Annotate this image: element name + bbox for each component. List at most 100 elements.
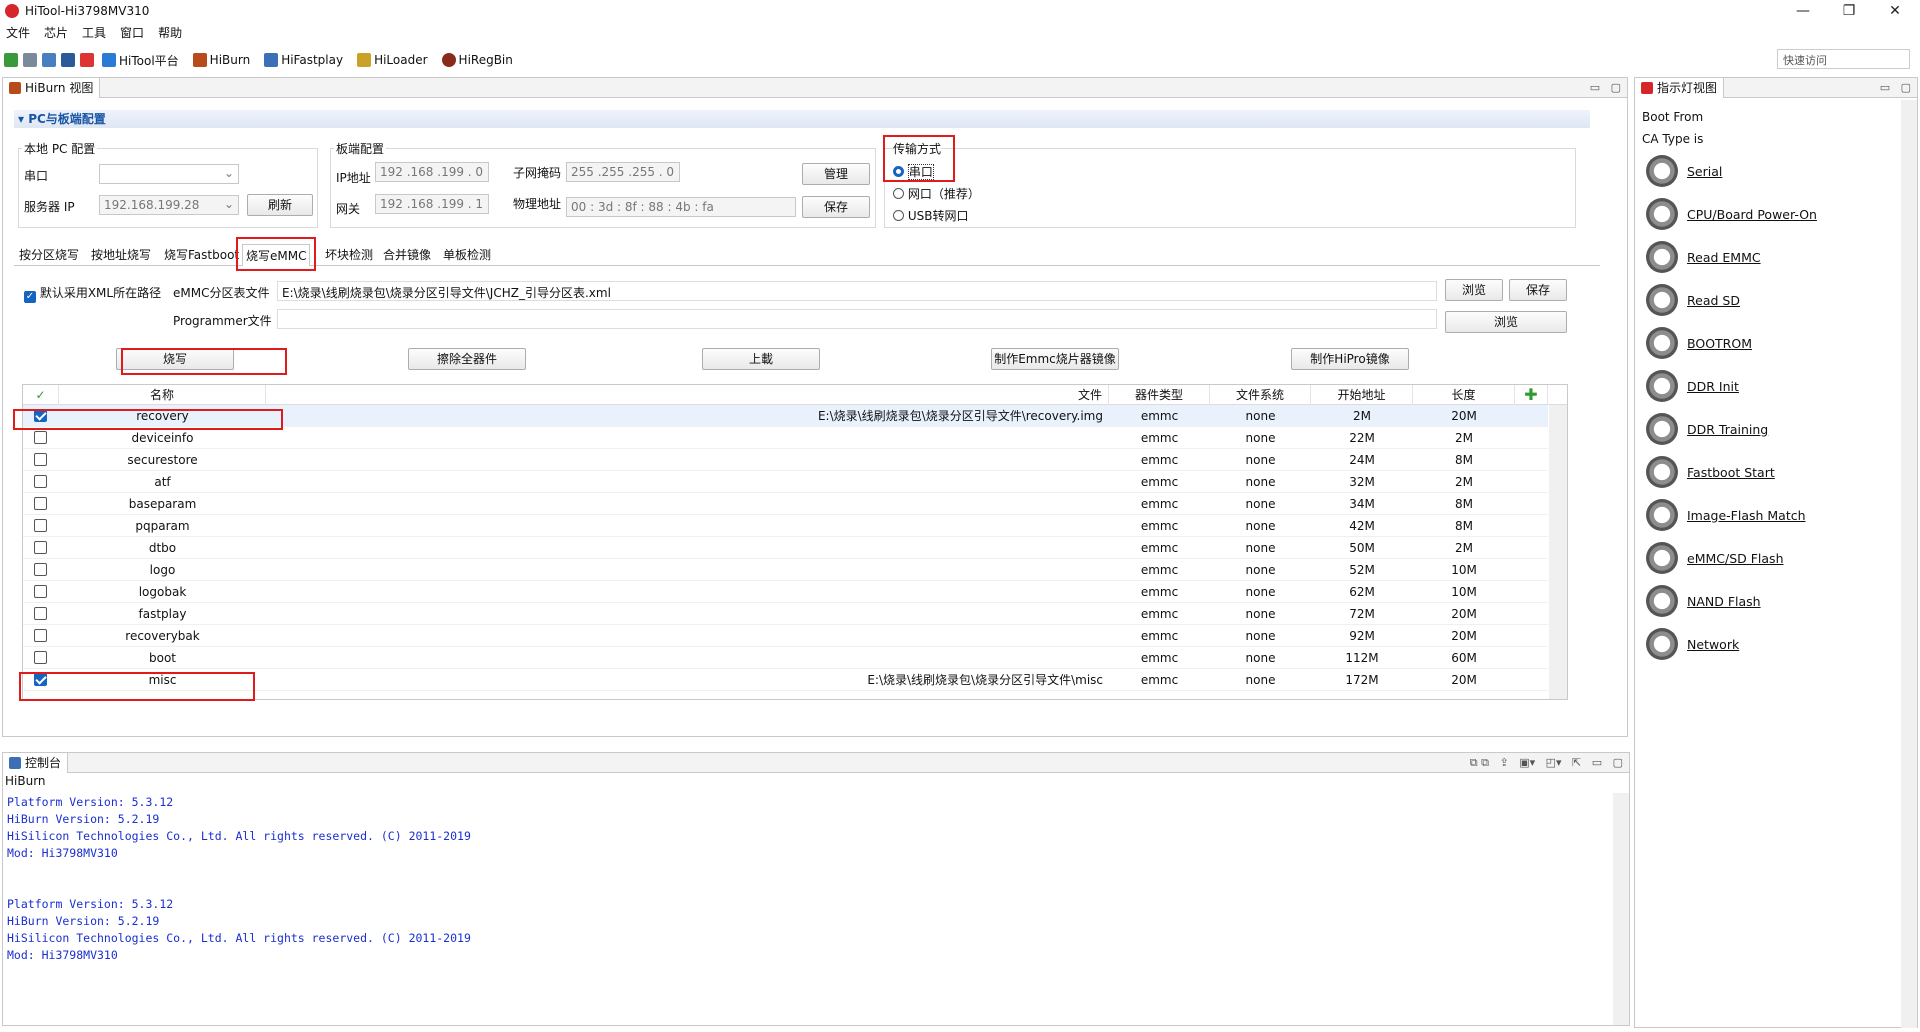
emmc-save-button[interactable]: 保存 — [1509, 279, 1567, 301]
tab-fastboot-burn[interactable]: 烧写Fastboot — [161, 244, 242, 266]
table-row[interactable]: logo emmc none 52M 10M — [23, 559, 1548, 581]
indicator-item[interactable]: Image-Flash Match — [1646, 499, 1806, 531]
indicator-label[interactable]: Fastboot Start — [1687, 465, 1775, 480]
connect-icon[interactable] — [4, 53, 18, 67]
console-tab[interactable]: 控制台 — [3, 752, 69, 773]
menu-file[interactable]: 文件 — [6, 24, 30, 41]
indicator-label[interactable]: CPU/Board Power-On — [1687, 207, 1817, 222]
row-checkbox[interactable] — [34, 497, 47, 510]
emmc-browse-button[interactable]: 浏览 — [1445, 279, 1503, 301]
indicator-item[interactable]: BOOTROM — [1646, 327, 1752, 359]
indicator-label[interactable]: BOOTROM — [1687, 336, 1752, 351]
section-pc-board-config[interactable]: ▾ PC与板端配置 — [14, 110, 1590, 128]
indicator-label[interactable]: Read SD — [1687, 293, 1740, 308]
erase-all-button[interactable]: 擦除全器件 — [408, 348, 526, 370]
indicator-item[interactable]: DDR Training — [1646, 413, 1768, 445]
maximize-button[interactable]: ❐ — [1826, 0, 1872, 22]
row-checkbox[interactable] — [34, 563, 47, 576]
panel-minimize-maximize-icon[interactable]: ▭ ▢ — [1880, 81, 1911, 94]
indicator-item[interactable]: Read SD — [1646, 284, 1740, 316]
add-row-plus-icon[interactable]: ✚ — [1515, 385, 1548, 405]
menu-help[interactable]: 帮助 — [158, 24, 182, 41]
table-row[interactable]: atf emmc none 32M 2M — [23, 471, 1548, 493]
row-checkbox[interactable] — [34, 453, 47, 466]
table-row[interactable]: logobak emmc none 62M 10M — [23, 581, 1548, 603]
indicator-label[interactable]: Serial — [1687, 164, 1722, 179]
indicator-label[interactable]: Network — [1687, 637, 1739, 652]
indicator-label[interactable]: NAND Flash — [1687, 594, 1761, 609]
row-checkbox[interactable] — [34, 519, 47, 532]
indicator-label[interactable]: DDR Training — [1687, 422, 1768, 437]
table-row[interactable]: recoverybak emmc none 92M 20M — [23, 625, 1548, 647]
row-checkbox[interactable] — [34, 651, 47, 664]
monitor-icon[interactable] — [61, 53, 75, 67]
row-checkbox[interactable] — [34, 431, 47, 444]
table-scrollbar[interactable] — [1549, 405, 1567, 699]
indicator-item[interactable]: CPU/Board Power-On — [1646, 198, 1817, 230]
close-button[interactable]: ✕ — [1872, 0, 1918, 22]
row-checkbox[interactable] — [34, 585, 47, 598]
tab-address-burn[interactable]: 按地址烧写 — [88, 244, 154, 266]
board-ip-input[interactable]: 192 .168 .199 . 0 — [375, 162, 489, 182]
serial-port-select[interactable]: ⌄ — [99, 164, 239, 184]
radio-usb-network[interactable]: USB转网口 — [893, 207, 968, 224]
indicator-item[interactable]: Serial — [1646, 155, 1722, 187]
subnet-mask-input[interactable]: 255 .255 .255 . 0 — [566, 162, 680, 182]
tab-partition-burn[interactable]: 按分区烧写 — [16, 244, 82, 266]
radio-network[interactable]: 网口（推荐） — [893, 185, 980, 202]
hitool-platform-button[interactable]: HiTool平台 — [102, 52, 179, 69]
menu-chip[interactable]: 芯片 — [44, 24, 68, 41]
menu-window[interactable]: 窗口 — [120, 24, 144, 41]
make-emmc-image-button[interactable]: 制作Emmc烧片器镜像 — [991, 348, 1119, 370]
hiregbin-button[interactable]: HiRegBin — [441, 53, 513, 67]
make-hipro-image-button[interactable]: 制作HiPro镜像 — [1291, 348, 1409, 370]
table-row[interactable]: securestore emmc none 24M 8M — [23, 449, 1548, 471]
tab-bad-block-check[interactable]: 坏块检测 — [322, 244, 376, 266]
indicator-item[interactable]: Read EMMC — [1646, 241, 1761, 273]
server-ip-select[interactable]: 192.168.199.28 ⌄ — [99, 195, 239, 215]
manage-button[interactable]: 管理 — [802, 163, 870, 185]
row-checkbox[interactable] — [34, 541, 47, 554]
table-row[interactable]: deviceinfo emmc none 22M 2M — [23, 427, 1548, 449]
indicator-scrollbar[interactable] — [1901, 100, 1917, 1028]
panel-minimize-maximize-icon[interactable]: ▭ ▢ — [1590, 81, 1621, 94]
row-checkbox[interactable] — [34, 607, 47, 620]
tab-board-check[interactable]: 单板检测 — [440, 244, 494, 266]
indicator-item[interactable]: eMMC/SD Flash — [1646, 542, 1784, 574]
row-checkbox[interactable] — [34, 629, 47, 642]
transfer-icon[interactable] — [80, 53, 94, 67]
row-checkbox[interactable] — [34, 475, 47, 488]
hiburn-view-tab[interactable]: HiBurn 视图 — [3, 77, 101, 98]
indicator-item[interactable]: DDR Init — [1646, 370, 1739, 402]
minimize-button[interactable]: — — [1780, 0, 1826, 22]
table-row[interactable]: pqparam emmc none 42M 8M — [23, 515, 1548, 537]
table-row[interactable]: boot emmc none 112M 60M — [23, 647, 1548, 669]
table-row[interactable]: dtbo emmc none 50M 2M — [23, 537, 1548, 559]
programmer-file-input[interactable] — [277, 309, 1437, 329]
indicator-label[interactable]: Image-Flash Match — [1687, 508, 1806, 523]
gateway-input[interactable]: 192 .168 .199 . 1 — [375, 194, 489, 214]
table-row[interactable]: baseparam emmc none 34M 8M — [23, 493, 1548, 515]
upload-button[interactable]: 上載 — [702, 348, 820, 370]
menu-tools[interactable]: 工具 — [82, 24, 106, 41]
indicator-item[interactable]: Fastboot Start — [1646, 456, 1775, 488]
refresh-button[interactable]: 刷新 — [247, 194, 313, 216]
board-save-button[interactable]: 保存 — [802, 196, 870, 218]
default-xml-path-checkbox[interactable]: ✓ 默认采用XML所在路径 — [24, 284, 161, 303]
disconnect-icon[interactable] — [23, 53, 37, 67]
indicator-view-tab[interactable]: 指示灯视图 — [1635, 77, 1725, 98]
select-all-check-icon[interactable]: ✓ — [23, 385, 59, 405]
hiburn-button[interactable]: HiBurn — [192, 53, 250, 67]
indicator-item[interactable]: Network — [1646, 628, 1739, 660]
quick-access-input[interactable]: 快速访问 — [1777, 49, 1910, 69]
table-row[interactable]: fastplay emmc none 72M 20M — [23, 603, 1548, 625]
console-toolbar-icons[interactable]: ⧉ ⧉ ⇪ ▣▾ ◰▾ ⇱ ▭ ▢ — [1470, 756, 1623, 770]
tab-merge-image[interactable]: 合并镜像 — [380, 244, 434, 266]
indicator-label[interactable]: eMMC/SD Flash — [1687, 551, 1784, 566]
indicator-item[interactable]: NAND Flash — [1646, 585, 1761, 617]
indicator-label[interactable]: Read EMMC — [1687, 250, 1761, 265]
indicator-label[interactable]: DDR Init — [1687, 379, 1739, 394]
settings-icon[interactable] — [42, 53, 56, 67]
hifastplay-button[interactable]: HiFastplay — [264, 53, 343, 67]
programmer-browse-button[interactable]: 浏览 — [1445, 311, 1567, 333]
